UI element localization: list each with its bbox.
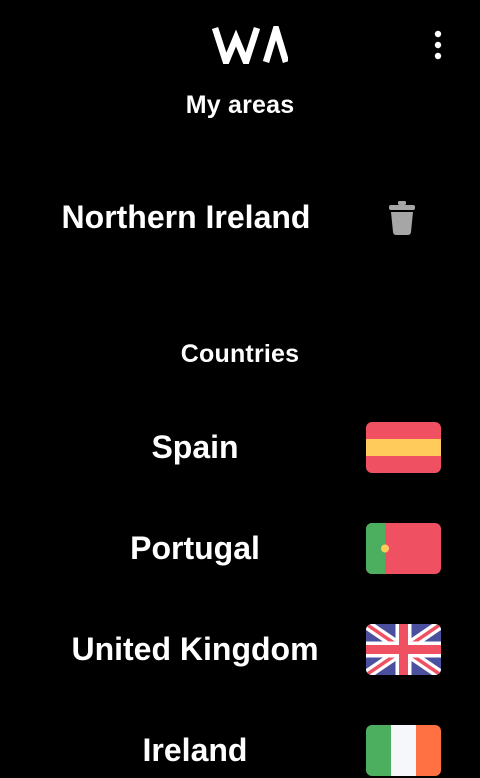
delete-area-button[interactable]: [384, 198, 420, 238]
country-item-united-kingdom[interactable]: United Kingdom: [0, 621, 480, 677]
area-item: Northern Ireland: [0, 190, 480, 244]
country-item-portugal[interactable]: Portugal: [0, 520, 480, 576]
wa-logo: [211, 17, 290, 72]
country-item-spain[interactable]: Spain: [0, 419, 480, 475]
more-vert-icon: [434, 30, 442, 60]
area-item-name: Northern Ireland: [61, 199, 311, 235]
country-item-ireland[interactable]: Ireland: [0, 722, 480, 778]
ireland-flag-icon: [366, 725, 441, 776]
country-item-name: Spain: [151, 429, 239, 465]
app-header: [0, 0, 480, 80]
my-areas-title: My areas: [185, 91, 295, 119]
countries-title: Countries: [180, 340, 300, 368]
spain-flag-icon: [366, 422, 441, 473]
country-item-name: Portugal: [130, 530, 260, 566]
country-item-name: Ireland: [142, 732, 248, 768]
trash-icon: [389, 201, 415, 235]
country-item-name: United Kingdom: [71, 631, 319, 667]
portugal-flag-icon: [366, 523, 441, 574]
overflow-menu-button[interactable]: [422, 28, 454, 62]
uk-flag-icon: [366, 624, 441, 675]
